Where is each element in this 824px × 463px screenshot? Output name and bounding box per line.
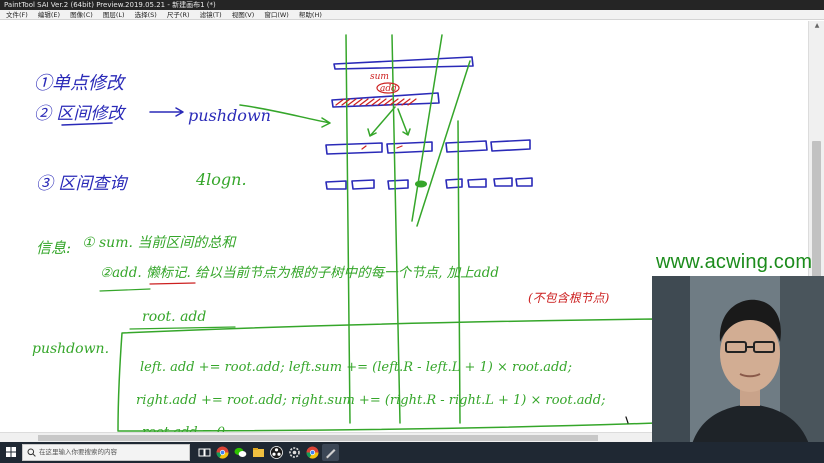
menu-help[interactable]: 帮助(H) xyxy=(295,10,326,20)
watermark: www.acwing.com xyxy=(656,251,813,273)
menu-file[interactable]: 文件(F) xyxy=(0,10,32,20)
window-title: PaintTool SAI Ver.2 (64bit) Preview.2019… xyxy=(4,1,216,9)
code-line-2: right.add += root.add; right.sum += (rig… xyxy=(136,393,606,408)
pushdown-code-box xyxy=(117,318,658,432)
taskbar-task-view[interactable] xyxy=(196,444,213,461)
menu-filter[interactable]: 滤镜(T) xyxy=(196,10,226,20)
code-line-1: left. add += root.add; left.sum += (left… xyxy=(140,360,572,375)
wechat-icon xyxy=(234,447,247,457)
taskbar-explorer[interactable] xyxy=(250,444,267,461)
menu-bar: 文件(F) 编辑(E) 图像(C) 图层(L) 选择(S) 尺子(R) 滤镜(T… xyxy=(0,10,824,20)
note-item-2: ② 区间修改 xyxy=(34,104,126,124)
sai-icon xyxy=(325,449,336,459)
taskbar-search-box[interactable]: 在这里输入你要搜索的内容 xyxy=(22,444,190,461)
scroll-up-icon[interactable]: ▲ xyxy=(809,21,824,31)
taskbar-chrome[interactable] xyxy=(214,444,231,461)
task-view-icon xyxy=(198,448,211,457)
window-title-bar: PaintTool SAI Ver.2 (64bit) Preview.2019… xyxy=(0,0,824,10)
menu-window[interactable]: 窗口(W) xyxy=(260,10,293,20)
obs-icon xyxy=(270,446,283,459)
menu-ruler[interactable]: 尺子(R) xyxy=(163,10,194,20)
highlight-dot xyxy=(415,180,427,188)
info-add-note: (不包含根节点) xyxy=(528,291,610,305)
webcam-overlay xyxy=(652,276,824,463)
note-pushdown-target: pushdown xyxy=(188,106,271,125)
info-sum: ① sum. 当前区间的总和 xyxy=(82,235,237,251)
note-item-1: ①单点修改 xyxy=(34,73,127,94)
segment-tree-sketch xyxy=(325,56,533,190)
menu-layer[interactable]: 图层(L) xyxy=(99,10,129,20)
note-item-3: ③ 区间查询 xyxy=(36,174,128,194)
menu-select[interactable]: 选择(S) xyxy=(131,10,161,20)
horizontal-scroll-thumb[interactable] xyxy=(38,435,598,441)
taskbar-sai[interactable] xyxy=(322,444,339,461)
code-line-0: root. add xyxy=(142,309,206,325)
windows-logo-icon xyxy=(6,447,16,457)
taskbar-obs[interactable] xyxy=(268,444,285,461)
settings-icon xyxy=(289,447,300,458)
tree-add-label: add xyxy=(380,84,397,94)
search-placeholder: 在这里输入你要搜索的内容 xyxy=(39,448,117,456)
lazy-mark-annotation xyxy=(335,82,417,150)
lazy-mark-underline xyxy=(149,282,196,285)
start-button[interactable] xyxy=(0,442,22,463)
menu-image[interactable]: 图像(C) xyxy=(66,10,97,20)
vertical-scroll-thumb[interactable] xyxy=(812,141,821,291)
menu-view[interactable]: 视图(V) xyxy=(228,10,259,20)
pushdown-label: pushdown. xyxy=(32,341,109,357)
tree-sum-label: sum xyxy=(370,72,389,82)
explorer-icon xyxy=(253,448,264,457)
chrome-icon xyxy=(306,446,319,459)
taskbar-chrome-2[interactable] xyxy=(304,444,321,461)
info-label: 信息: xyxy=(36,239,71,257)
chrome-icon xyxy=(216,446,229,459)
info-add: ②add. 懒标记. 给以当前节点为根的子树中的每一个节点, 加上add xyxy=(100,265,499,281)
taskbar-wechat[interactable] xyxy=(232,444,249,461)
menu-edit[interactable]: 编辑(E) xyxy=(34,10,64,20)
presenter-video xyxy=(652,276,824,463)
taskbar-settings[interactable] xyxy=(286,444,303,461)
taskbar: 在这里输入你要搜索的内容 xyxy=(0,442,824,463)
search-icon xyxy=(27,448,36,457)
note-complexity: 4logn. xyxy=(195,170,247,189)
